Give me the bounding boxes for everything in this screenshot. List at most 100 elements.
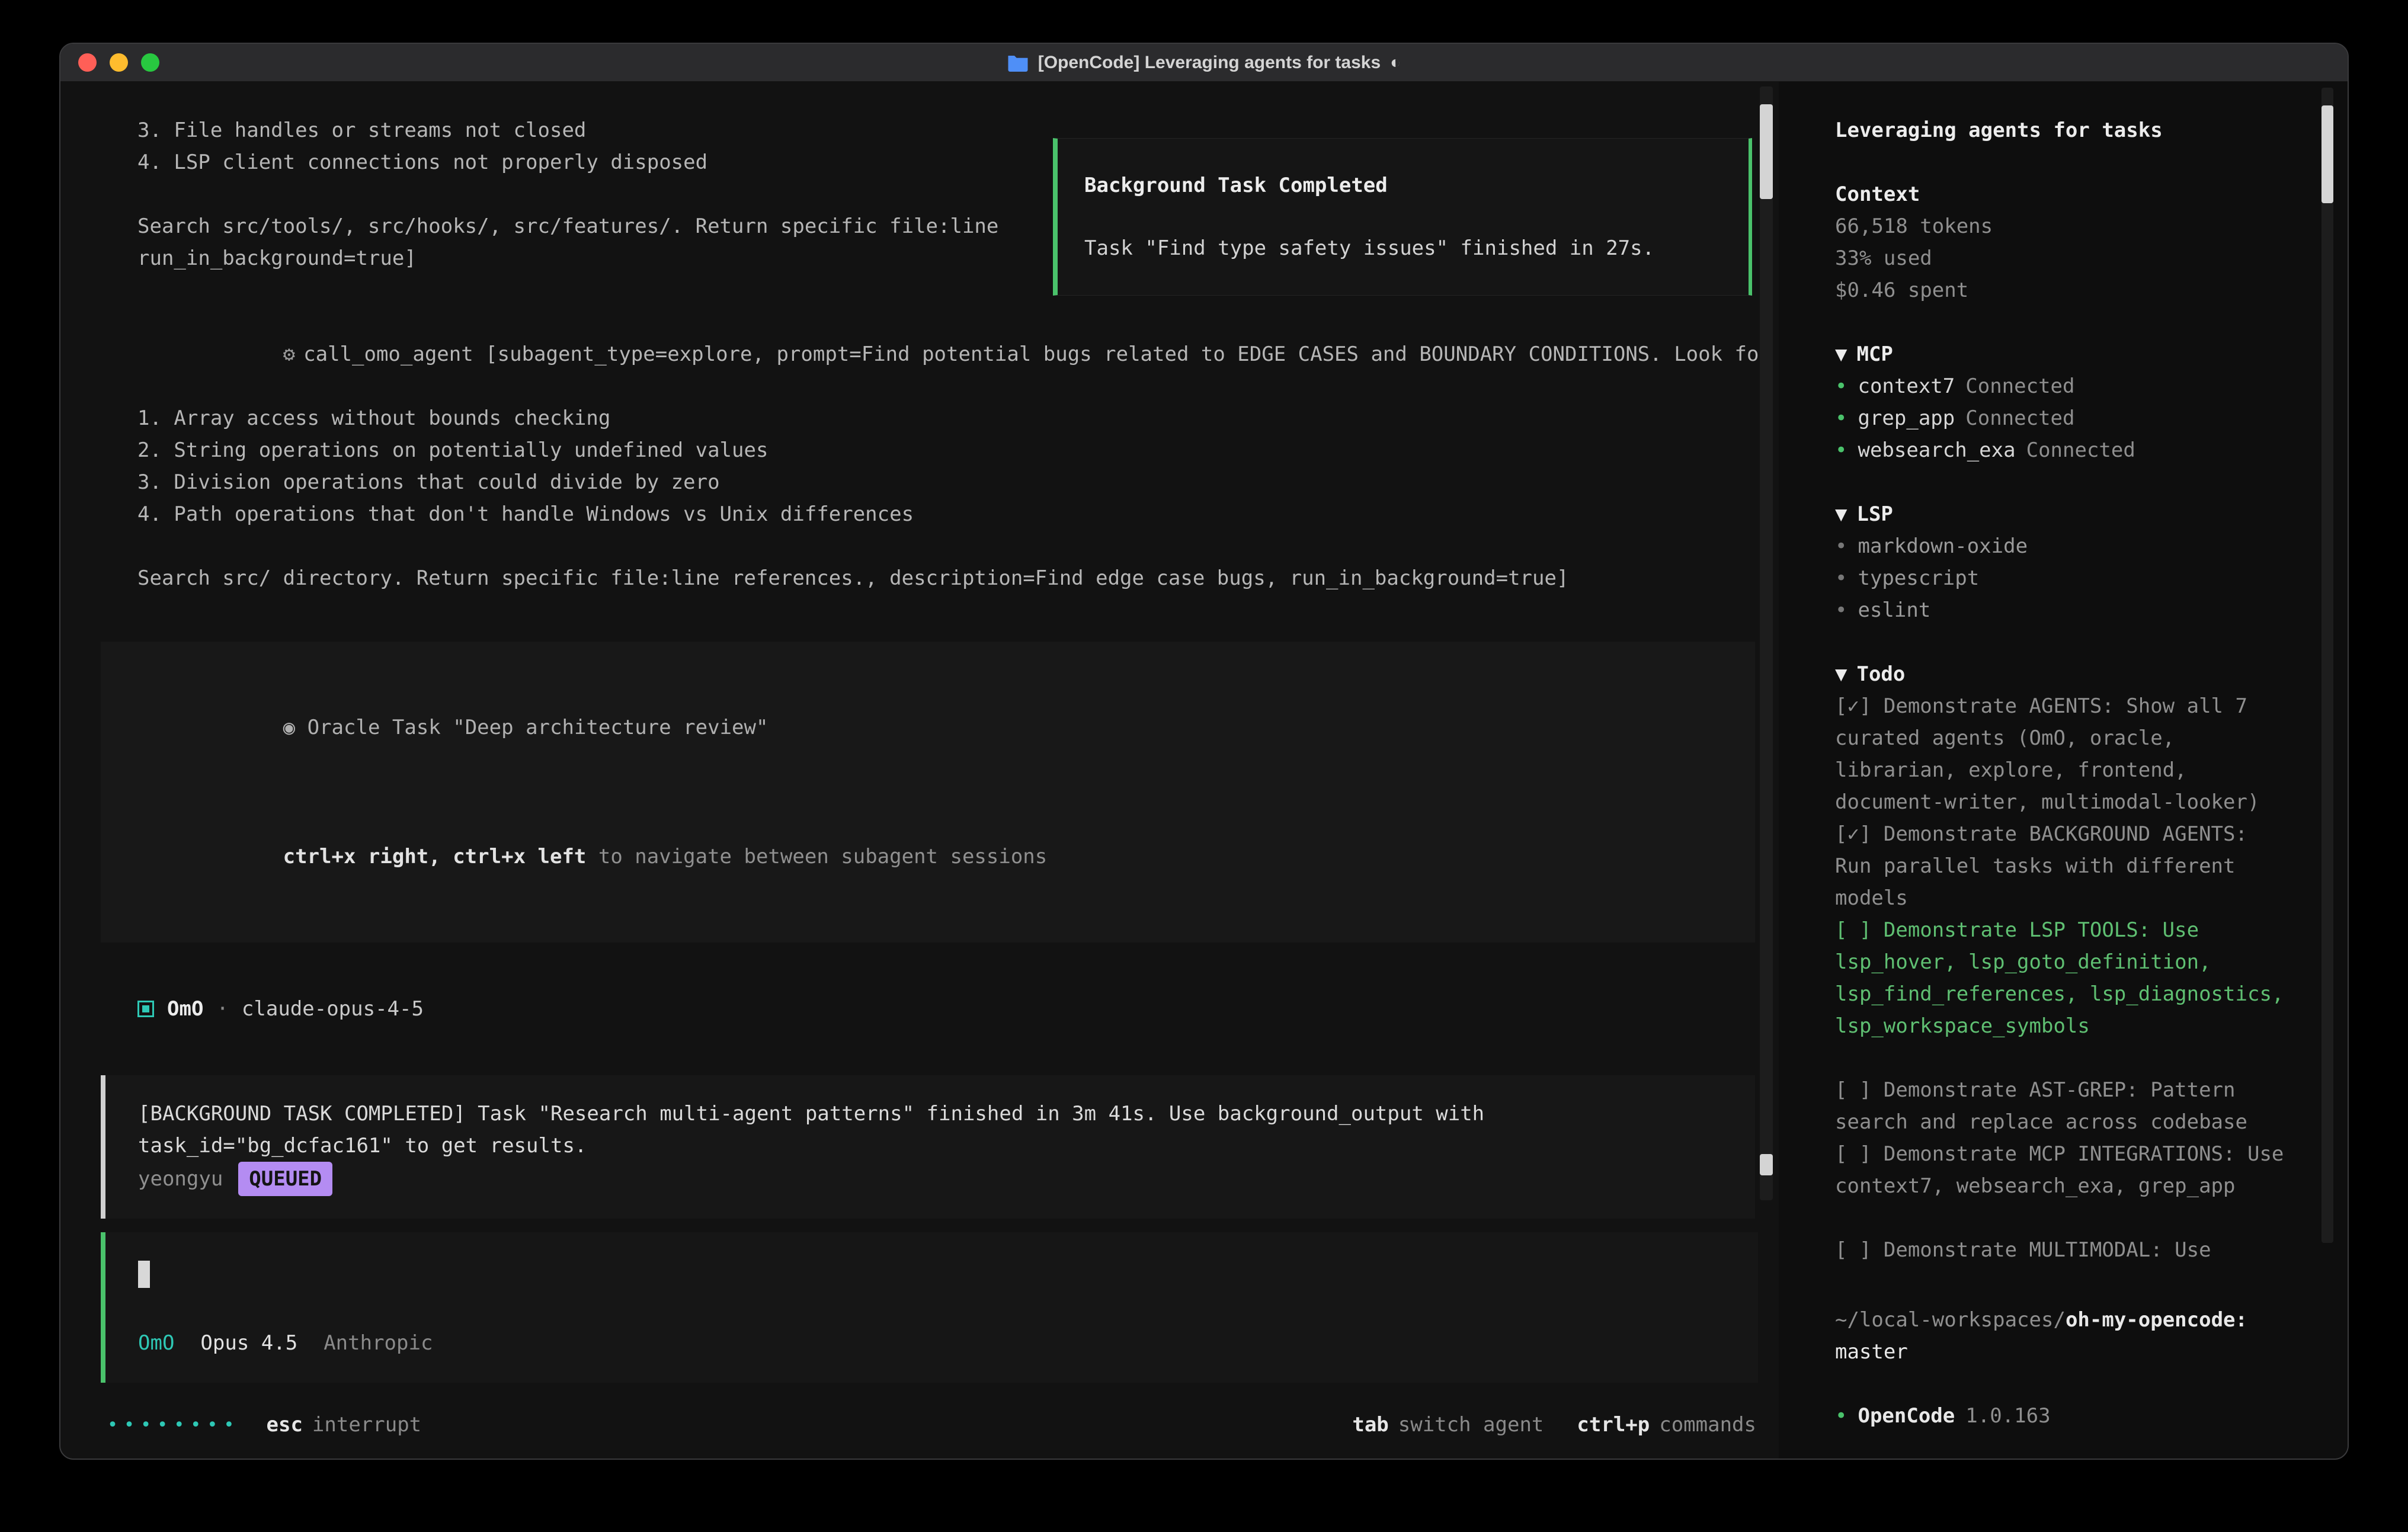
lsp-section: ▼LSP • markdown-oxide • typescript • esl… (1835, 498, 2285, 626)
todo-item: [✓] Demonstrate BACKGROUND AGENTS: Run p… (1835, 818, 2285, 914)
todo-section: ▼Todo [✓] Demonstrate AGENTS: Show all 7… (1835, 658, 2285, 1266)
input-agent-name: OmO (138, 1327, 174, 1359)
oracle-task-panel[interactable]: ◉ Oracle Task "Deep architecture review"… (101, 642, 1755, 943)
bullet-icon: • (1835, 594, 1847, 626)
context-tokens: 66,518 tokens (1835, 210, 2285, 242)
esc-hint: esc interrupt (267, 1413, 422, 1437)
todo-item: [ ] Demonstrate AST-GREP: Pattern search… (1835, 1074, 2285, 1138)
main-panel: 3. File handles or streams not closed4. … (60, 82, 1779, 1459)
todo-item: [ ] Demonstrate MULTIMODAL: Use (1835, 1234, 2285, 1266)
gear-icon: ⚙ (283, 342, 295, 366)
oracle-task-title: Oracle Task "Deep architecture review" (308, 716, 768, 739)
session-title: Leveraging agents for tasks (1835, 114, 2285, 146)
esc-label: interrupt (312, 1413, 421, 1437)
bullet-icon: • (1835, 1400, 1847, 1432)
bullet-icon: • (1835, 402, 1847, 434)
subagent-nav-hint: ctrl+x right, ctrl+x left to navigate be… (137, 809, 1731, 905)
lsp-section-toggle[interactable]: ▼LSP (1835, 498, 2285, 530)
chevron-down-icon: ▼ (1835, 502, 1847, 526)
status-bar: •••••••• esc interrupt tab switch agent … (60, 1399, 1779, 1459)
todo-item: [✓] Demonstrate AGENTS: Show all 7 curat… (1835, 690, 2285, 818)
sidebar-scrollbar[interactable] (2321, 88, 2333, 1243)
lsp-item: • eslint (1835, 594, 2285, 626)
bullet-icon: • (1835, 434, 1847, 466)
close-button[interactable] (78, 53, 97, 72)
main-scrollbar[interactable] (1760, 86, 1773, 1200)
workspace-name: oh-my-opencode: (2066, 1308, 2247, 1332)
message-line: task_id="bg_dcfac161" to get results. (138, 1130, 1731, 1162)
status-badge: QUEUED (238, 1162, 332, 1196)
session-progress-icon: ◐ (1390, 53, 1401, 73)
app-window: [OpenCode] Leveraging agents for tasks ◐… (59, 43, 2349, 1460)
titlebar: [OpenCode] Leveraging agents for tasks ◐ (60, 44, 2348, 82)
context-section: Context 66,518 tokens 33% used $0.46 spe… (1835, 178, 2285, 306)
tab-label: switch agent (1398, 1413, 1544, 1437)
spinner-dots: •••••••• (107, 1415, 241, 1435)
prompt-input[interactable]: OmO Opus 4.5 Anthropic (101, 1232, 1758, 1383)
tool-call-lines: 1. Array access without bounds checking2… (137, 402, 1725, 594)
agent-separator: · (216, 993, 228, 1025)
sidebar: Leveraging agents for tasks Context 66,5… (1779, 82, 2348, 1459)
workspace-path: ~/local-workspaces/oh-my-opencode: maste… (1835, 1304, 2285, 1368)
model-line: OmO Opus 4.5 Anthropic (138, 1327, 1725, 1359)
agent-model: claude-opus-4-5 (242, 993, 424, 1025)
mcp-item: • websearch_exa Connected (1835, 434, 2285, 466)
agent-header: OmO · claude-opus-4-5 (137, 993, 1725, 1025)
todo-item-active: [ ] Demonstrate LSP TOOLS: Use lsp_hover… (1835, 914, 2285, 1042)
input-model-provider: Anthropic (324, 1327, 433, 1359)
mcp-item: • context7 Connected (1835, 370, 2285, 402)
commands-hint: ctrl+p commands (1577, 1413, 1756, 1437)
agent-name: OmO (167, 993, 203, 1025)
message-author: yeongyu (138, 1163, 223, 1195)
git-branch: master (1835, 1336, 2285, 1368)
background-task-notification: Background Task Completed Task "Find typ… (1053, 138, 1752, 296)
tab-hint: tab switch agent (1352, 1413, 1544, 1437)
window-title-text: [OpenCode] Leveraging agents for tasks (1038, 53, 1381, 73)
chevron-down-icon: ▼ (1835, 342, 1847, 366)
hint-keys: ctrl+x right, ctrl+x left (283, 845, 587, 868)
bullet-icon: • (1835, 562, 1847, 594)
chevron-down-icon: ▼ (1835, 662, 1847, 686)
text-cursor (138, 1261, 150, 1288)
app-version: 1.0.163 (1965, 1400, 2050, 1432)
notification-title: Background Task Completed (1084, 169, 1722, 201)
context-used: 33% used (1835, 242, 2285, 274)
input-model-name: Opus 4.5 (200, 1327, 297, 1359)
message-meta: yeongyu QUEUED (138, 1162, 1731, 1196)
lsp-item: • typescript (1835, 562, 2285, 594)
window-title: [OpenCode] Leveraging agents for tasks ◐ (1007, 53, 1401, 73)
tool-call-block: ⚙call_omo_agent [subagent_type=explore, … (137, 306, 1725, 594)
agent-square-icon (137, 1001, 154, 1017)
app-name: OpenCode (1858, 1400, 1955, 1432)
message-block: [BACKGROUND TASK COMPLETED] Task "Resear… (101, 1075, 1755, 1219)
app-version-footer: • OpenCode 1.0.163 (1835, 1400, 2285, 1432)
mcp-section-toggle[interactable]: ▼MCP (1835, 338, 2285, 370)
bullet-icon: • (1835, 370, 1847, 402)
sidebar-scrollbar-thumb[interactable] (2321, 105, 2333, 203)
message-line: [BACKGROUND TASK COMPLETED] Task "Resear… (138, 1098, 1731, 1130)
minimize-button[interactable] (110, 53, 128, 72)
folder-icon (1007, 54, 1029, 72)
zoom-button[interactable] (141, 53, 159, 72)
commands-label: commands (1659, 1413, 1756, 1437)
record-icon: ◉ (283, 716, 295, 739)
commands-key: ctrl+p (1577, 1413, 1650, 1437)
tab-key: tab (1352, 1413, 1388, 1437)
mcp-item: • grep_app Connected (1835, 402, 2285, 434)
mcp-section: ▼MCP • context7 Connected • grep_app Con… (1835, 338, 2285, 466)
context-heading: Context (1835, 178, 2285, 210)
main-scrollbar-thumb[interactable] (1760, 104, 1773, 199)
context-spent: $0.46 spent (1835, 274, 2285, 306)
bullet-icon: • (1835, 530, 1847, 562)
traffic-lights (78, 44, 159, 81)
esc-key: esc (267, 1413, 303, 1437)
main-scrollbar-thumb-secondary[interactable] (1760, 1154, 1773, 1175)
hint-text: to navigate between subagent sessions (586, 845, 1047, 868)
tool-call-first-line: call_omo_agent [subagent_type=explore, p… (303, 342, 1771, 366)
todo-item: [ ] Demonstrate MCP INTEGRATIONS: Use co… (1835, 1138, 2285, 1202)
conversation-scroll-area[interactable]: 3. File handles or streams not closed4. … (60, 82, 1779, 1220)
todo-section-toggle[interactable]: ▼Todo (1835, 658, 2285, 690)
workspace-prefix: ~/local-workspaces/ (1835, 1308, 2066, 1332)
notification-body: Task "Find type safety issues" finished … (1084, 232, 1722, 264)
lsp-item: • markdown-oxide (1835, 530, 2285, 562)
